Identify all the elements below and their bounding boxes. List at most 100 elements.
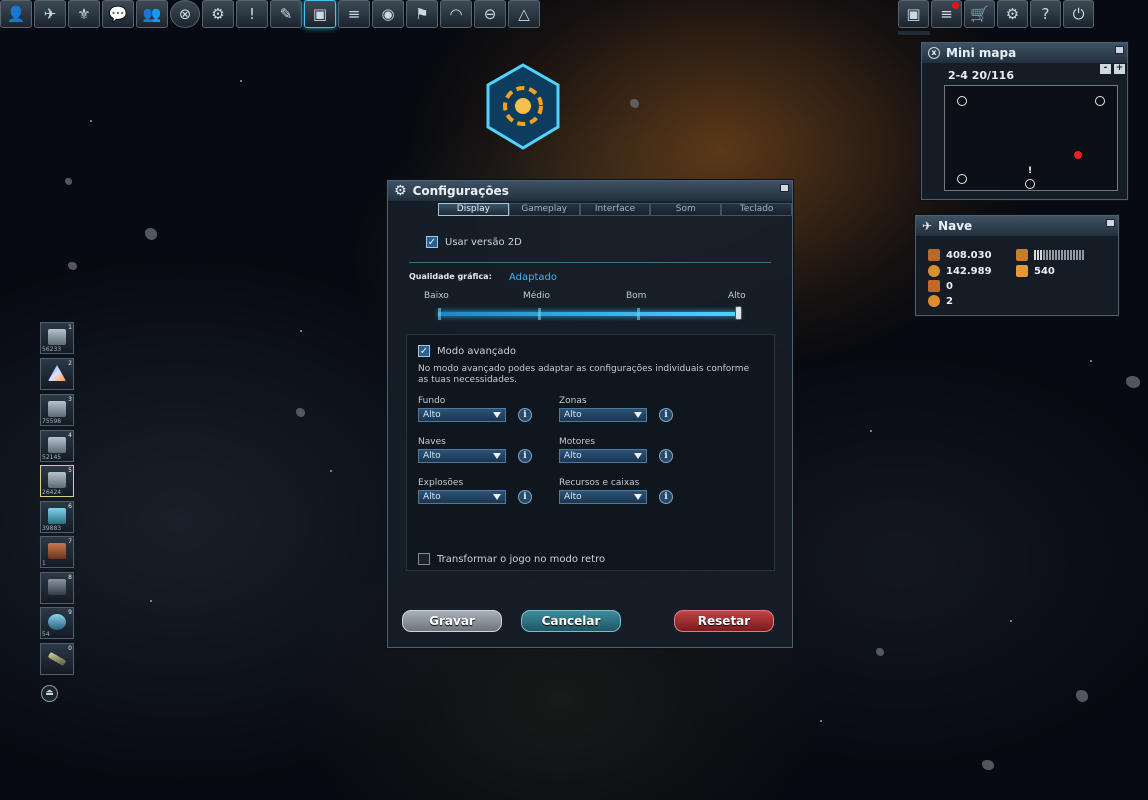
display-settings-icon[interactable]: ▣ (304, 0, 336, 28)
use-2d-checkbox[interactable]: ✓ (426, 236, 438, 248)
hotbar-slot[interactable]: 54 9 (40, 607, 74, 639)
zoom-in-button[interactable]: + (1114, 64, 1125, 74)
asteroid (982, 760, 994, 770)
alert-icon[interactable]: ! (236, 0, 268, 28)
skilltree-icon[interactable]: ⚙ (202, 0, 234, 28)
quality-slider[interactable] (438, 306, 742, 320)
use-2d-option[interactable]: ✓ Usar versão 2D (426, 236, 522, 248)
minimize-button[interactable] (780, 184, 789, 192)
pet-icon[interactable]: ◉ (372, 0, 404, 28)
cancel-button[interactable]: Cancelar (521, 610, 621, 632)
group-icon[interactable]: 👥 (136, 0, 168, 28)
ship-icon[interactable]: ✈ (34, 0, 66, 28)
zones-select[interactable]: Alto (559, 408, 647, 422)
premium-icon[interactable]: ▣ (898, 0, 929, 28)
hotbar-slot[interactable]: 2 (40, 358, 74, 390)
hotbar-slot[interactable]: 17 (40, 536, 74, 568)
settings-header[interactable]: ⚙ Configurações (388, 181, 792, 201)
use-2d-label: Usar versão 2D (445, 236, 522, 248)
portal-marker (1095, 96, 1105, 106)
zoom-out-button[interactable]: - (1100, 64, 1111, 74)
advanced-mode-checkbox[interactable]: ✓ (418, 345, 430, 357)
background-select[interactable]: Alto (418, 408, 506, 422)
settings-icon[interactable]: ⚙ (997, 0, 1028, 28)
slot-amount: 52145 (42, 454, 62, 461)
galaxy-gate-icon[interactable]: ✎ (270, 0, 302, 28)
clan-icon[interactable]: ⚜ (68, 0, 100, 28)
slot-key: 6 (68, 503, 72, 510)
chat-icon[interactable]: 💬 (102, 0, 134, 28)
explosions-select[interactable]: Alto (418, 490, 506, 504)
portal-icon[interactable] (484, 62, 562, 152)
tab-gameplay[interactable]: Gameplay (508, 203, 580, 216)
engines-select[interactable]: Alto (559, 449, 647, 463)
laser-ammo-icon (48, 329, 66, 345)
notification-badge (952, 2, 959, 9)
advanced-mode-label: Modo avançado (437, 345, 516, 357)
asteroid (1126, 376, 1140, 388)
laser-ammo-icon (48, 437, 66, 453)
log-icon[interactable]: ≡ (338, 0, 370, 28)
hotbar-toggle-button[interactable]: ⏏ (41, 685, 58, 702)
help-icon[interactable]: ? (1030, 0, 1061, 28)
advanced-description: No modo avançado podes adaptar as config… (418, 364, 750, 385)
rocket-ammo-icon (48, 508, 66, 524)
logo-icon[interactable]: ⊗ (170, 0, 200, 28)
level-medium: Médio (523, 291, 551, 301)
cargo-value: 540 (1034, 265, 1055, 277)
tab-display[interactable]: Display (438, 203, 509, 216)
option-label: Fundo (418, 396, 446, 406)
rocket-icon[interactable]: ⊖ (474, 0, 506, 28)
info-icon[interactable]: i (518, 449, 532, 463)
shop-icon[interactable]: 🛒 (964, 0, 995, 28)
info-icon[interactable]: i (659, 490, 673, 504)
divider (409, 262, 771, 263)
hotbar-slot[interactable]: 52145 4 (40, 430, 74, 462)
info-icon[interactable]: i (518, 490, 532, 504)
asteroid (68, 262, 77, 270)
resources-select[interactable]: Alto (559, 490, 647, 504)
portal-marker (957, 174, 967, 184)
slot-key: 7 (68, 538, 72, 545)
hotbar-slot[interactable]: 26424 5 (40, 465, 74, 497)
info-icon[interactable]: i (659, 408, 673, 422)
retro-mode-checkbox[interactable] (418, 553, 430, 565)
option-label: Recursos e caixas (559, 478, 640, 488)
hotbar-slot[interactable]: 75598 3 (40, 394, 74, 426)
reset-button[interactable]: Resetar (674, 610, 774, 632)
minimap-header[interactable]: x Mini mapa (922, 43, 1127, 63)
slot-amount: 75598 (42, 418, 62, 425)
triangle-icon[interactable]: △ (508, 0, 540, 28)
tab-interface[interactable]: Interface (579, 203, 651, 216)
minimap-coordinates: 2-4 20/116 (948, 69, 1014, 82)
quest-icon[interactable]: ≡ (931, 0, 962, 28)
ship-header[interactable]: ✈ Nave (916, 216, 1118, 236)
option-label: Zonas (559, 396, 587, 406)
retro-mode-option[interactable]: Transformar o jogo no modo retro (418, 553, 605, 565)
minimize-button[interactable] (1106, 219, 1115, 227)
speed-icon[interactable]: ◠ (440, 0, 472, 28)
select-value: Alto (423, 492, 441, 502)
slider-handle[interactable] (735, 306, 742, 320)
profile-icon[interactable]: ⚑ (406, 0, 438, 28)
info-icon[interactable]: i (518, 408, 532, 422)
hotbar-slot[interactable]: 8 (40, 572, 74, 604)
tab-keyboard[interactable]: Teclado (721, 203, 792, 216)
gear-icon: ⚙ (394, 183, 407, 199)
save-button[interactable]: Gravar (402, 610, 502, 632)
minimize-button[interactable] (1115, 46, 1124, 54)
select-value: Alto (564, 451, 582, 461)
minimap-area[interactable]: ! (944, 85, 1118, 191)
chevron-down-icon (493, 494, 501, 500)
tab-sound[interactable]: Som (650, 203, 722, 216)
info-icon[interactable]: i (659, 449, 673, 463)
logout-icon[interactable]: ⏻ (1063, 0, 1094, 28)
hotbar-slot[interactable]: 0 (40, 643, 74, 675)
hotbar-slot[interactable]: 56233 1 (40, 322, 74, 354)
ships-select[interactable]: Alto (418, 449, 506, 463)
advanced-mode-option[interactable]: ✓ Modo avançado (418, 345, 516, 357)
chevron-down-icon (634, 453, 642, 459)
asteroid (145, 228, 157, 240)
user-icon[interactable]: 👤 (0, 0, 32, 28)
hotbar-slot[interactable]: 39883 6 (40, 501, 74, 533)
